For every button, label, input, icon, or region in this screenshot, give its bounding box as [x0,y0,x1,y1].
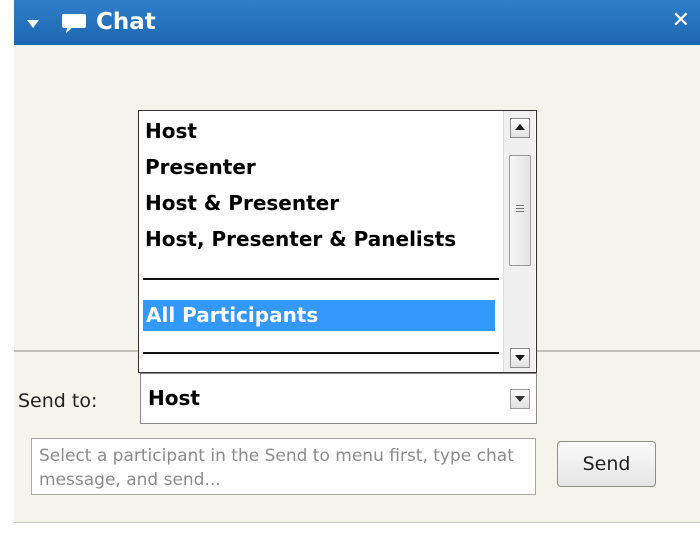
panel-title: Chat [96,9,156,35]
chat-panel: Chat ✕ Send to: Host Host Presenter Host… [14,0,700,523]
send-to-selected-value: Host [148,386,200,410]
send-to-select[interactable]: Host [140,373,537,424]
scroll-up-arrow-icon[interactable] [510,118,530,138]
chat-titlebar: Chat ✕ [14,0,700,45]
grip-icon [516,205,524,212]
dropdown-scrollbar[interactable] [503,111,535,372]
dropdown-option-host[interactable]: Host [145,116,197,147]
close-icon[interactable]: ✕ [672,8,690,34]
dropdown-option-host-presenter-panelists[interactable]: Host, Presenter & Panelists [145,224,456,255]
send-button[interactable]: Send [557,441,656,487]
triangle-down-icon[interactable] [27,20,39,28]
scroll-down-arrow-icon[interactable] [510,348,530,368]
send-to-label: Send to: [18,390,98,412]
chevron-down-icon[interactable] [510,389,530,409]
dropdown-separator [143,352,499,354]
chat-bubble-icon [62,14,86,33]
send-to-dropdown-list: Host Presenter Host & Presenter Host, Pr… [138,110,537,373]
scrollbar-thumb[interactable] [509,155,531,266]
dropdown-option-presenter[interactable]: Presenter [145,152,256,183]
dropdown-separator [143,278,499,280]
dropdown-option-host-presenter[interactable]: Host & Presenter [145,188,339,219]
dropdown-option-all-participants[interactable]: All Participants [143,300,495,331]
chat-message-input[interactable] [31,438,536,495]
